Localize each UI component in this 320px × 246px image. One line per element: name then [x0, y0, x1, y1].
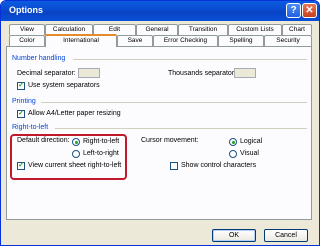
cursor-movement-label: Cursor movement:	[141, 137, 199, 144]
tab-custom-lists[interactable]: Custom Lists	[228, 24, 282, 35]
tab-view[interactable]: View	[9, 24, 45, 35]
show-control-characters-checkbox[interactable]	[170, 162, 178, 170]
cancel-button[interactable]: Cancel	[264, 229, 308, 242]
decimal-separator-label: Decimal separator:	[17, 70, 76, 77]
international-panel: Number handling Decimal separator: Thous…	[6, 46, 312, 220]
right-to-left-heading: Right-to-left	[12, 124, 49, 131]
ok-button[interactable]: OK	[212, 229, 256, 242]
visual-radio[interactable]	[229, 150, 237, 158]
tab-error-checking[interactable]: Error Checking	[153, 35, 218, 46]
divider	[41, 102, 307, 103]
tab-chart[interactable]: Chart	[282, 24, 312, 35]
dialog-title: Options	[9, 5, 43, 15]
thousands-separator-field[interactable]	[234, 68, 256, 78]
thousands-separator-label: Thousands separator:	[168, 70, 237, 77]
tab-transition[interactable]: Transition	[178, 24, 228, 35]
tab-security[interactable]: Security	[264, 35, 312, 46]
allow-a4-letter-label: Allow A4/Letter paper resizing	[28, 110, 121, 117]
tab-spelling[interactable]: Spelling	[218, 35, 264, 46]
number-handling-heading: Number handling	[12, 55, 66, 62]
visual-label: Visual	[240, 150, 259, 157]
divider	[73, 59, 307, 60]
tab-color[interactable]: Color	[9, 35, 45, 46]
decimal-separator-field[interactable]	[78, 68, 100, 78]
printing-heading: Printing	[12, 98, 36, 105]
highlight-annotation	[10, 134, 127, 180]
title-bar[interactable]: Options ? ✕	[1, 1, 319, 21]
options-dialog: Options ? ✕ View Calculation Edit Genera…	[0, 0, 320, 246]
close-icon[interactable]: ✕	[302, 3, 317, 18]
allow-a4-letter-checkbox[interactable]: ✓	[17, 110, 25, 118]
divider	[55, 128, 307, 129]
help-icon[interactable]: ?	[286, 3, 301, 18]
logical-label: Logical	[240, 138, 263, 145]
tab-general[interactable]: General	[136, 24, 178, 35]
use-system-separators-label: Use system separators	[28, 82, 100, 89]
use-system-separators-checkbox[interactable]: ✓	[17, 82, 25, 90]
show-control-characters-label: Show control characters	[181, 162, 257, 169]
tab-save[interactable]: Save	[117, 35, 153, 46]
tab-international[interactable]: International	[45, 34, 117, 47]
logical-radio[interactable]	[229, 138, 237, 146]
